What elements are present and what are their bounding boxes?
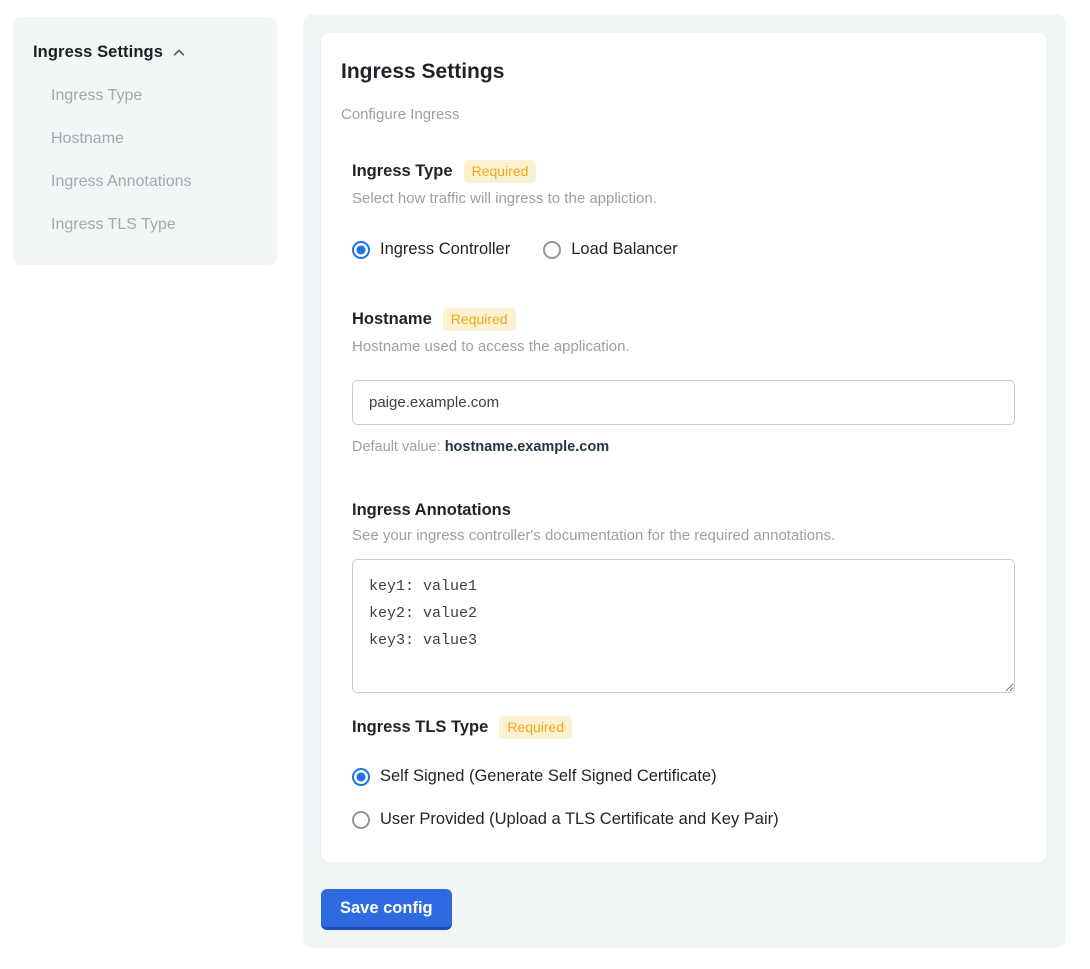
ingress-type-description: Select how traffic will ingress to the a… (352, 190, 1027, 207)
sidebar-item-ingress-tls-type[interactable]: Ingress TLS Type (51, 216, 257, 234)
hostname-description: Hostname used to access the application. (352, 338, 1027, 355)
sidebar-section-title: Ingress Settings (33, 43, 163, 62)
settings-sidebar: Ingress Settings Ingress Type Hostname I… (13, 17, 277, 265)
settings-panel: Ingress Settings Configure Ingress Ingre… (303, 14, 1066, 948)
tls-type-label: Ingress TLS Type (352, 718, 488, 737)
hostname-input[interactable] (352, 380, 1015, 425)
radio-option-user-provided[interactable]: User Provided (Upload a TLS Certificate … (352, 810, 1027, 829)
sidebar-item-ingress-annotations[interactable]: Ingress Annotations (51, 173, 257, 191)
radio-icon-selected[interactable] (352, 241, 370, 259)
tls-type-radio-group: Self Signed (Generate Self Signed Certif… (352, 767, 1027, 829)
section-ingress-type: Ingress Type Required Select how traffic… (352, 160, 1027, 259)
ingress-type-label: Ingress Type (352, 162, 453, 181)
radio-icon-unselected[interactable] (543, 241, 561, 259)
radio-label[interactable]: Load Balancer (571, 240, 677, 259)
radio-option-self-signed[interactable]: Self Signed (Generate Self Signed Certif… (352, 767, 1027, 786)
save-config-button[interactable]: Save config (321, 889, 452, 930)
hostname-default-line: Default value: hostname.example.com (352, 439, 1027, 455)
section-hostname: Hostname Required Hostname used to acces… (352, 308, 1027, 455)
radio-option-ingress-controller[interactable]: Ingress Controller (352, 240, 510, 259)
radio-option-load-balancer[interactable]: Load Balancer (543, 240, 677, 259)
default-value-prefix: Default value: (352, 439, 445, 455)
sidebar-item-hostname[interactable]: Hostname (51, 130, 257, 148)
sidebar-item-ingress-type[interactable]: Ingress Type (51, 87, 257, 105)
section-ingress-tls-type: Ingress TLS Type Required Self Signed (G… (352, 716, 1027, 829)
radio-label[interactable]: Self Signed (Generate Self Signed Certif… (380, 767, 717, 786)
required-badge: Required (464, 160, 537, 183)
annotations-description: See your ingress controller's documentat… (352, 527, 1027, 544)
default-value-text: hostname.example.com (445, 439, 609, 455)
page-title: Ingress Settings (341, 60, 1027, 84)
hostname-label: Hostname (352, 310, 432, 329)
ingress-settings-card: Ingress Settings Configure Ingress Ingre… (321, 33, 1047, 862)
chevron-up-icon (172, 46, 186, 60)
required-badge: Required (443, 308, 516, 331)
radio-icon-selected[interactable] (352, 768, 370, 786)
section-ingress-annotations: Ingress Annotations See your ingress con… (352, 501, 1027, 693)
radio-icon-unselected[interactable] (352, 811, 370, 829)
radio-label[interactable]: Ingress Controller (380, 240, 510, 259)
annotations-label: Ingress Annotations (352, 501, 511, 520)
page-subtitle: Configure Ingress (341, 106, 1027, 123)
radio-label[interactable]: User Provided (Upload a TLS Certificate … (380, 810, 779, 829)
required-badge: Required (499, 716, 572, 739)
ingress-type-radio-group: Ingress Controller Load Balancer (352, 240, 1027, 259)
sidebar-section-header[interactable]: Ingress Settings (33, 43, 257, 62)
annotations-textarea[interactable]: key1: value1 key2: value2 key3: value3 (352, 559, 1015, 693)
